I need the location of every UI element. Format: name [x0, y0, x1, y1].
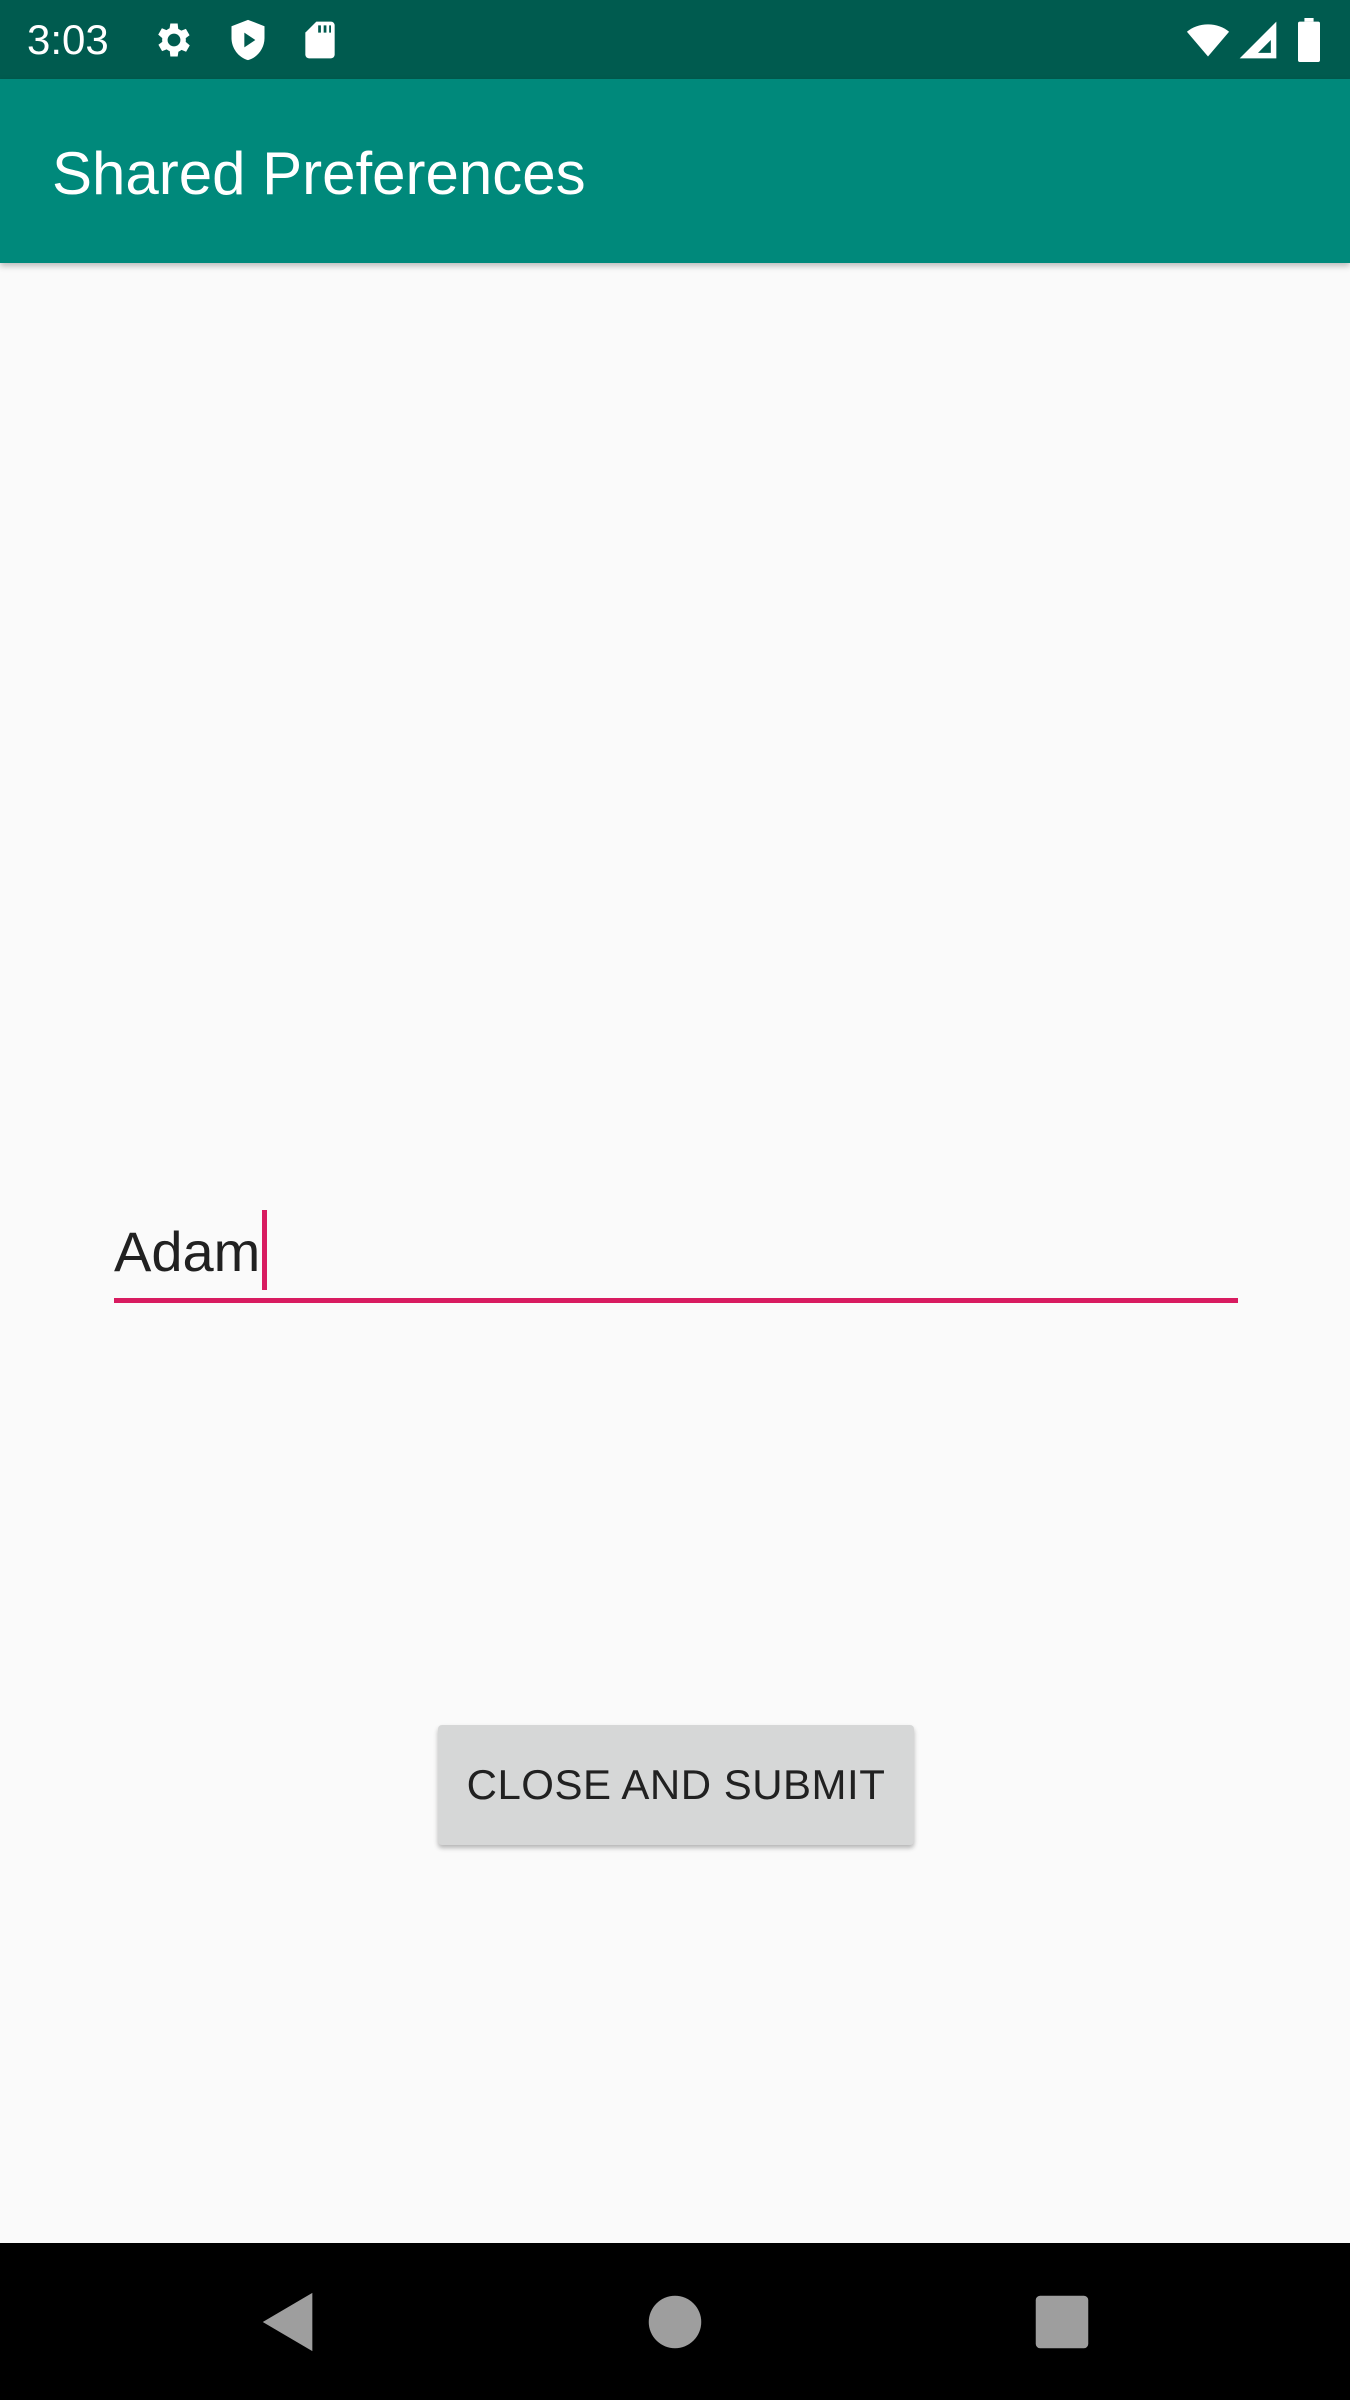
text-cursor [262, 1210, 267, 1290]
recents-icon[interactable] [1027, 2287, 1097, 2357]
back-icon[interactable] [254, 2287, 324, 2357]
battery-icon [1294, 18, 1324, 62]
status-time: 3:03 [27, 16, 109, 63]
status-bar: 3:03 [0, 0, 1350, 79]
signal-icon [1236, 18, 1280, 62]
name-input[interactable]: Adam [114, 1220, 260, 1284]
navigation-bar [0, 2243, 1350, 2400]
name-field[interactable]: Adam [114, 1200, 1238, 1304]
gear-icon [152, 18, 196, 62]
field-underline [114, 1298, 1238, 1303]
app-title: Shared Preferences [52, 140, 586, 207]
home-icon[interactable] [640, 2287, 710, 2357]
close-and-submit-button[interactable]: CLOSE AND SUBMIT [438, 1725, 914, 1845]
app-bar: Shared Preferences [0, 79, 1350, 263]
shield-play-icon [226, 18, 270, 62]
wifi-icon [1182, 18, 1234, 62]
sd-card-icon [298, 18, 342, 62]
close-and-submit-label: CLOSE AND SUBMIT [466, 1761, 886, 1808]
